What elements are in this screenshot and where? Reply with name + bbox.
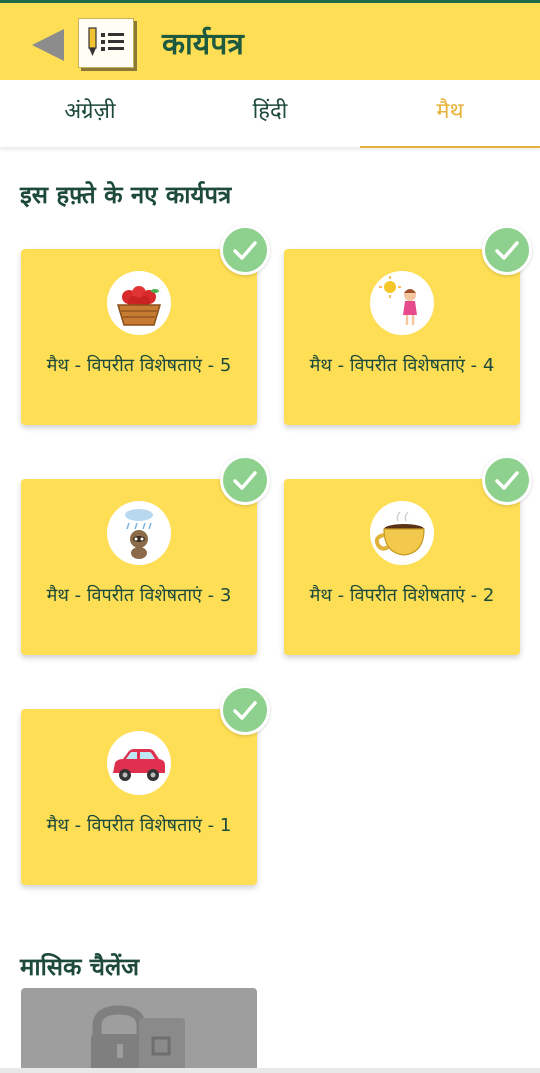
worksheet-title: मैथ - विपरीत विशेषताएं - 3 — [46, 585, 232, 606]
tab-english[interactable]: अंग्रेज़ी — [0, 80, 180, 148]
worksheet-title: मैथ - विपरीत विशेषताएं - 4 — [309, 355, 495, 376]
page-title: कार्यपत्र — [162, 27, 244, 62]
section-title-monthly-challenge: मासिक चैलेंज — [20, 953, 140, 981]
worksheet-card-3[interactable]: मैथ - विपरीत विशेषताएं - 3 — [21, 479, 257, 655]
worksheet-card-5[interactable]: मैथ - विपरीत विशेषताएं - 5 — [21, 249, 257, 425]
worksheet-icon[interactable] — [78, 18, 134, 68]
tab-math[interactable]: मैथ — [360, 80, 540, 148]
worksheet-title: मैथ - विपरीत विशेषताएं - 2 — [309, 585, 495, 606]
apple-basket-icon — [107, 271, 171, 335]
worksheet-title: मैथ - विपरीत विशेषताएं - 5 — [46, 355, 232, 376]
completed-check-icon — [220, 455, 270, 505]
completed-check-icon — [482, 455, 532, 505]
raccoon-rain-icon — [107, 501, 171, 565]
completed-check-icon — [220, 225, 270, 275]
subject-tabs: अंग्रेज़ी हिंदी मैथ — [0, 80, 540, 148]
worksheet-card-1[interactable]: मैथ - विपरीत विशेषताएं - 1 — [21, 709, 257, 885]
back-button[interactable] — [28, 25, 68, 65]
back-arrow-icon — [32, 29, 64, 61]
worksheet-title: मैथ - विपरीत विशेषताएं - 1 — [46, 815, 232, 836]
lock-icon — [91, 1005, 185, 1073]
tea-cup-icon — [370, 501, 434, 565]
worksheet-card-4[interactable]: मैथ - विपरीत विशेषताएं - 4 — [284, 249, 520, 425]
completed-check-icon — [220, 685, 270, 735]
monthly-challenge-card[interactable] — [21, 988, 257, 1073]
bottom-divider — [0, 1068, 540, 1073]
red-car-icon — [107, 731, 171, 795]
worksheet-card-2[interactable]: मैथ - विपरीत विशेषताएं - 2 — [284, 479, 520, 655]
girl-sun-icon — [370, 271, 434, 335]
section-title-new-worksheets: इस हफ़्ते के नए कार्यपत्र — [20, 181, 232, 209]
tab-hindi[interactable]: हिंदी — [180, 80, 360, 148]
top-app-bar: कार्यपत्र — [0, 0, 540, 80]
completed-check-icon — [482, 225, 532, 275]
